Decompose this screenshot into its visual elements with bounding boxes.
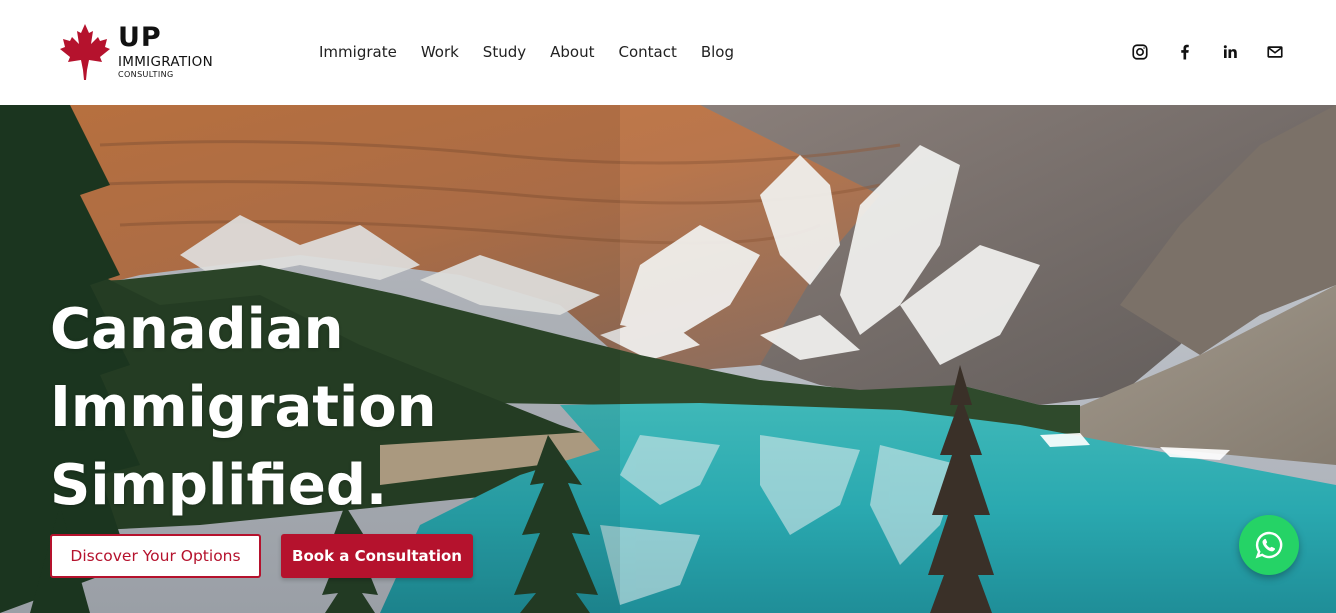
nav-item-work[interactable]: Work [421, 41, 459, 63]
hero-headline: Canadian Immigration Simplified. [50, 291, 610, 525]
brand-name-line1: UP [118, 22, 162, 53]
maple-leaf-icon [60, 24, 110, 80]
facebook-icon[interactable] [1175, 42, 1195, 62]
whatsapp-chat-button[interactable] [1239, 515, 1299, 575]
hero-headline-line2: Immigration [50, 375, 437, 440]
site-header: UP IMMIGRATION CONSULTING Immigrate Work… [0, 0, 1336, 105]
instagram-icon[interactable] [1130, 42, 1150, 62]
nav-item-blog[interactable]: Blog [701, 41, 734, 63]
hero-section: Canadian Immigration Simplified. Discove… [0, 105, 1336, 613]
hero-headline-line1: Canadian [50, 297, 344, 362]
social-links [1105, 41, 1285, 63]
nav-item-study[interactable]: Study [483, 41, 526, 63]
brand-name-line2: IMMIGRATION [118, 54, 213, 70]
whatsapp-icon [1255, 531, 1283, 559]
discover-options-button[interactable]: Discover Your Options [50, 534, 261, 578]
nav-item-contact[interactable]: Contact [618, 41, 676, 63]
main-nav: Immigrate Work Study About Contact Blog [319, 41, 758, 63]
book-consultation-button[interactable]: Book a Consultation [281, 534, 473, 578]
nav-item-immigrate[interactable]: Immigrate [319, 41, 397, 63]
hero-headline-line3: Simplified. [50, 453, 388, 518]
brand-logo[interactable]: UP IMMIGRATION CONSULTING [58, 22, 248, 84]
linkedin-icon[interactable] [1220, 42, 1240, 62]
brand-name-line3: CONSULTING [118, 70, 174, 79]
nav-item-about[interactable]: About [550, 41, 594, 63]
email-icon[interactable] [1265, 42, 1285, 62]
